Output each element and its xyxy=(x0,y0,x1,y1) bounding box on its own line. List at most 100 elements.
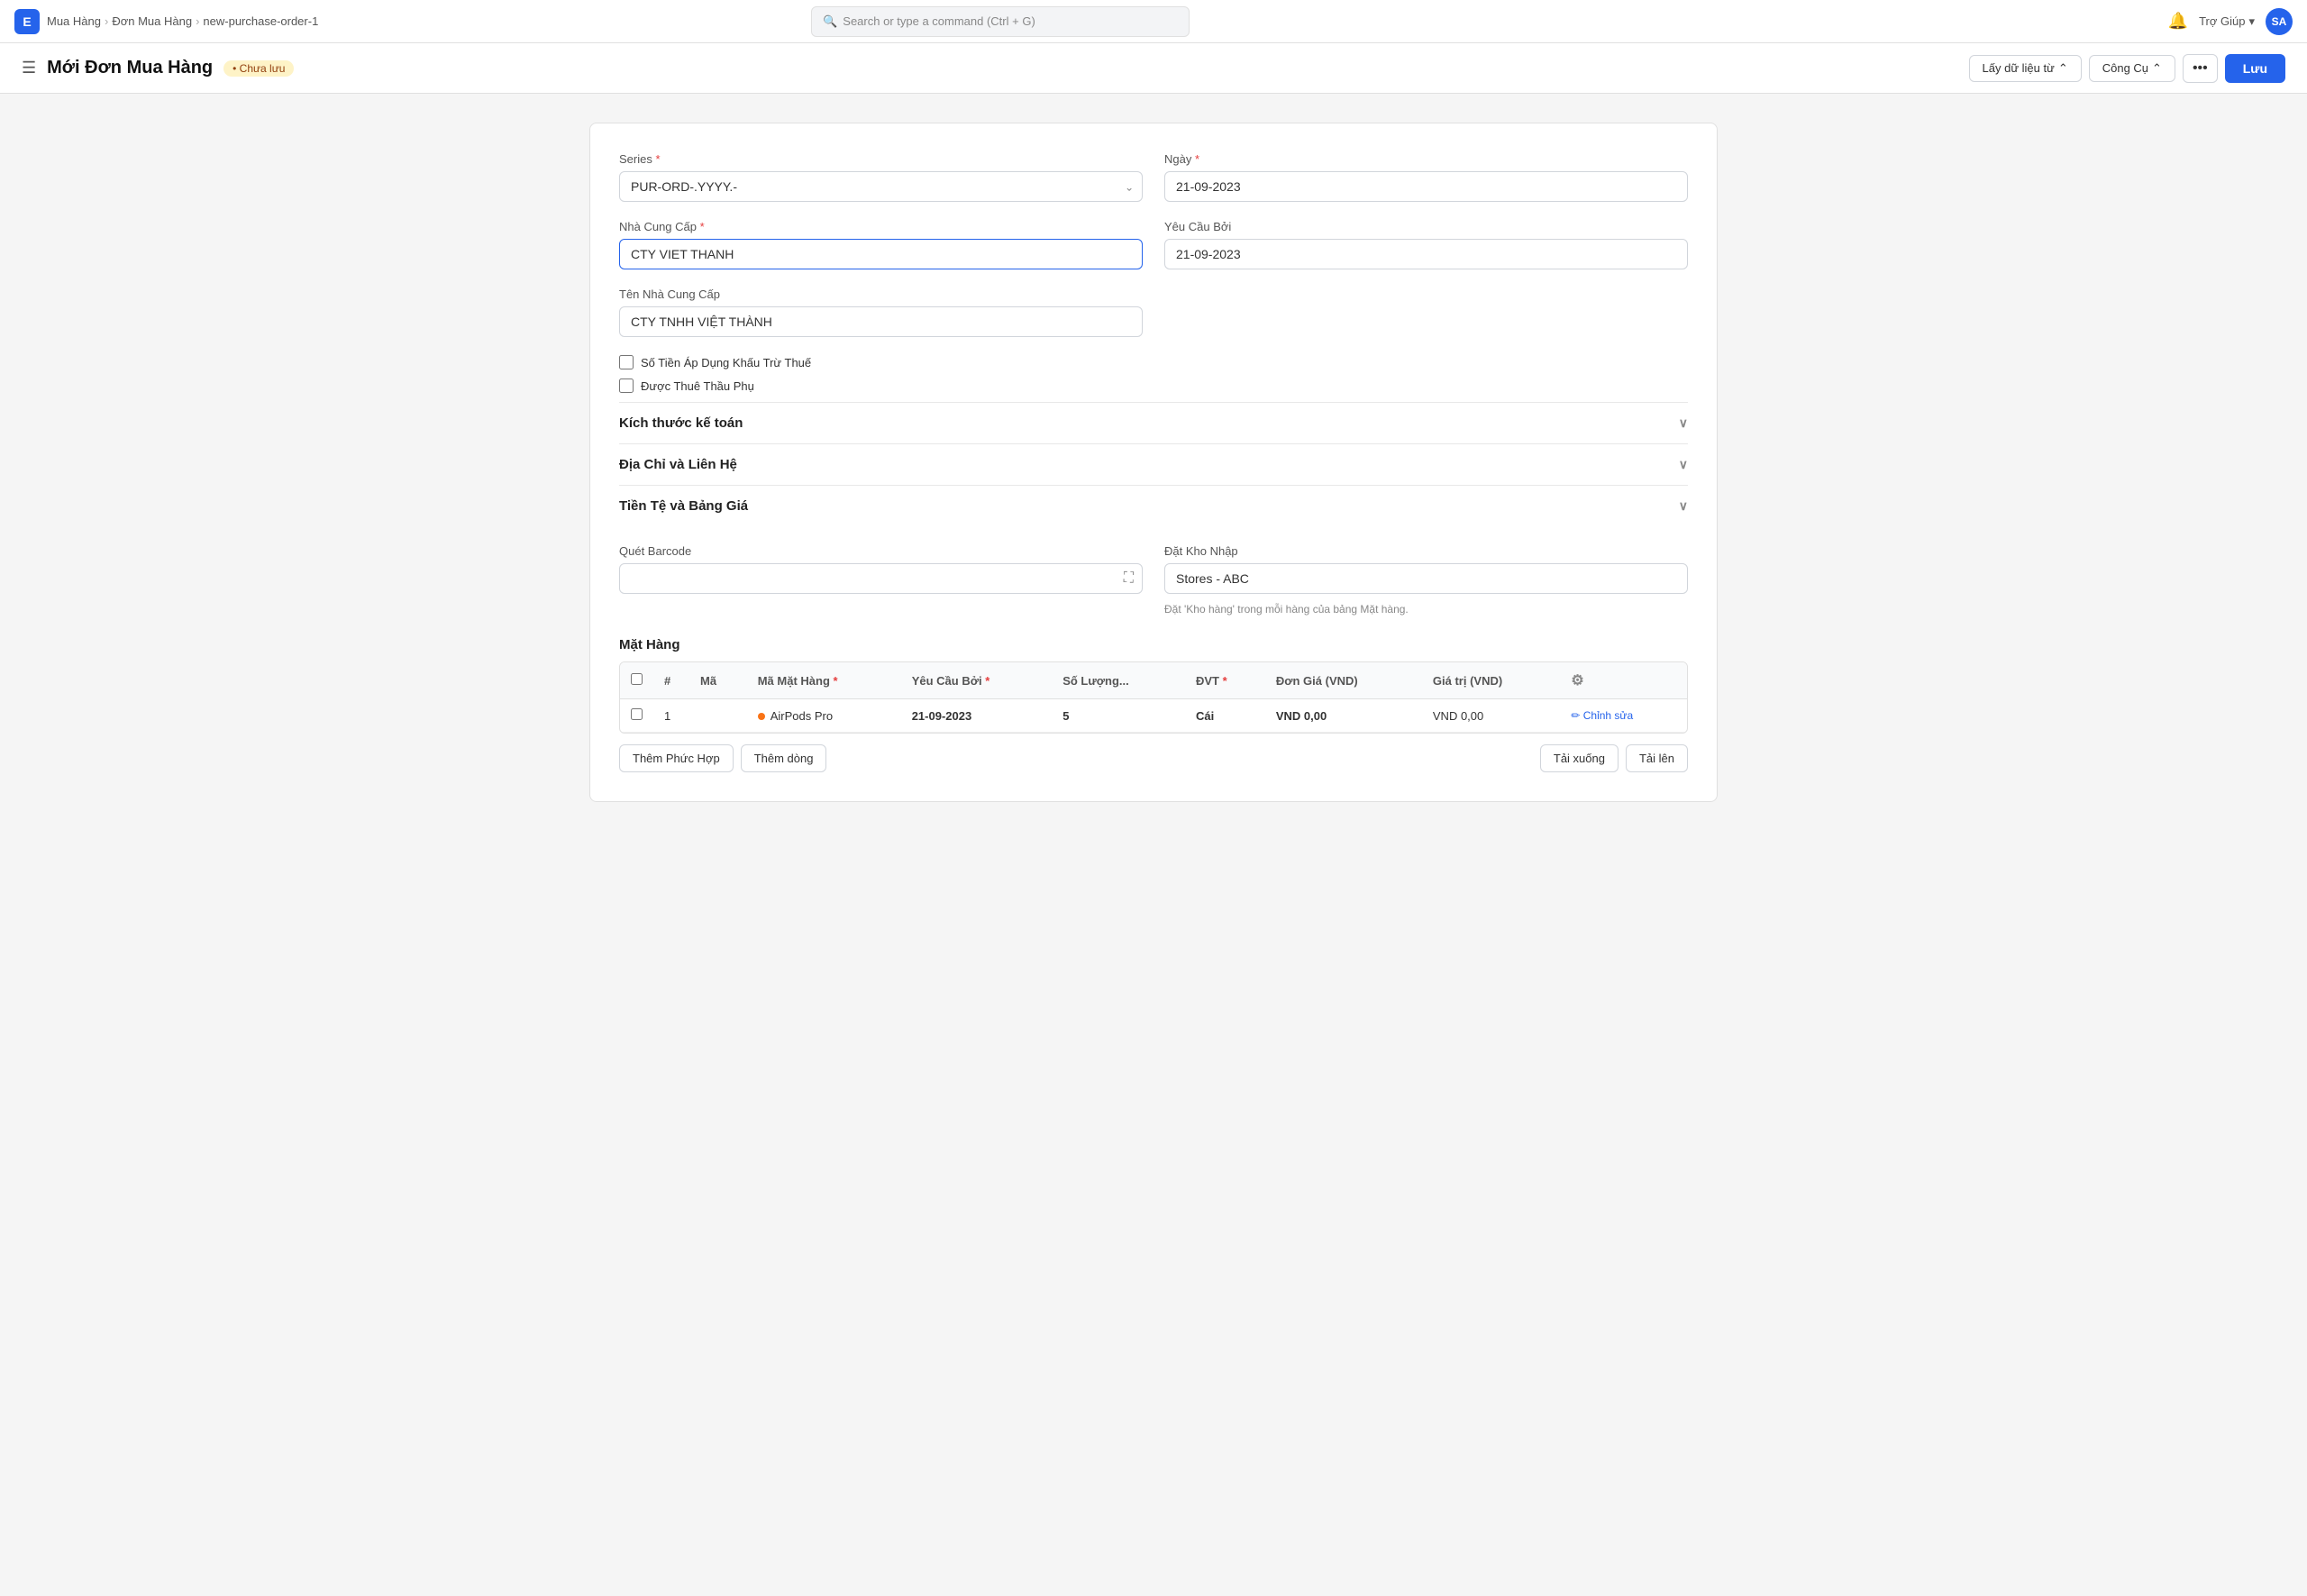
notification-bell[interactable]: 🔔 xyxy=(2168,12,2188,31)
download-button[interactable]: Tải xuống xyxy=(1540,744,1619,772)
gear-icon[interactable]: ⚙ xyxy=(1571,673,1583,689)
add-complex-button[interactable]: Thêm Phức Hợp xyxy=(619,744,734,772)
ngay-label: Ngày * xyxy=(1164,152,1688,166)
breadcrumb: Mua Hàng › Đơn Mua Hàng › new-purchase-o… xyxy=(47,14,318,28)
breadcrumb-current: new-purchase-order-1 xyxy=(203,14,318,28)
nha-cung-cap-input[interactable] xyxy=(619,239,1143,269)
kho-nhap-group: Đặt Kho Nhập Đặt 'Kho hàng' trong mỗi hà… xyxy=(1164,544,1688,616)
barcode-group: Quét Barcode ⛶ xyxy=(619,544,1143,616)
section-tien-te-label: Tiền Tệ và Bảng Giá xyxy=(619,498,748,514)
row-checkbox[interactable] xyxy=(631,708,643,720)
help-label: Trợ Giúp xyxy=(2199,14,2245,28)
save-button[interactable]: Lưu xyxy=(2225,54,2285,83)
unsaved-badge: • Chưa lưu xyxy=(223,60,294,77)
section-dia-chi[interactable]: Địa Chỉ và Liên Hệ ∨ xyxy=(619,443,1688,485)
table-footer-right: Tải xuống Tải lên xyxy=(1540,744,1688,772)
col-num: # xyxy=(653,662,689,699)
top-nav: E Mua Hàng › Đơn Mua Hàng › new-purchase… xyxy=(0,0,2307,43)
kho-hint: Đặt 'Kho hàng' trong mỗi hàng của bảng M… xyxy=(1164,603,1688,616)
series-ngay-row: Series * PUR-ORD-.YYYY.- Ngày * xyxy=(619,152,1688,202)
series-select-wrapper[interactable]: PUR-ORD-.YYYY.- xyxy=(619,171,1143,202)
more-options-button[interactable]: ••• xyxy=(2183,54,2218,83)
ncc-group: Nhà Cung Cấp * xyxy=(619,220,1143,269)
page-title: Mới Đơn Mua Hàng xyxy=(47,58,213,78)
barcode-input[interactable] xyxy=(619,563,1143,594)
section-kich-thuoc[interactable]: Kích thước kế toán ∨ xyxy=(619,402,1688,443)
chevron-down-icon: ∨ xyxy=(1679,457,1688,472)
row-don-gia: VND 0,00 xyxy=(1265,699,1422,733)
select-all-checkbox[interactable] xyxy=(631,673,643,685)
col-so-luong: Số Lượng... xyxy=(1052,662,1185,699)
tools-button[interactable]: Công Cụ ⌃ xyxy=(2089,55,2175,82)
barcode-scan-icon: ⛶ xyxy=(1124,570,1134,587)
thau-phu-label[interactable]: Được Thuê Thầu Phụ xyxy=(641,379,754,393)
col-don-gia: Đơn Giá (VND) xyxy=(1265,662,1422,699)
product-name: AirPods Pro xyxy=(771,709,833,723)
unsaved-label: • Chưa lưu xyxy=(233,62,285,75)
ncc-label: Nhà Cung Cấp * xyxy=(619,220,1143,233)
row-so-luong: 5 xyxy=(1052,699,1185,733)
mat-hang-table: # Mã Mã Mặt Hàng * Yêu Cầu Bởi * Số Lượn… xyxy=(620,662,1687,733)
app-logo[interactable]: E xyxy=(14,9,40,34)
barcode-input-wrap: ⛶ xyxy=(619,563,1143,594)
chevron-down-icon: ⌃ xyxy=(2058,61,2068,76)
thau-phu-checkbox[interactable] xyxy=(619,378,634,393)
barcode-kho-row: Quét Barcode ⛶ Đặt Kho Nhập Đặt 'Kho hàn… xyxy=(619,544,1688,616)
row-check[interactable] xyxy=(620,699,653,733)
row-gia-tri: VND 0,00 xyxy=(1422,699,1560,733)
get-data-button[interactable]: Lấy dữ liệu từ ⌃ xyxy=(1969,55,2082,82)
section-kich-thuoc-label: Kích thước kế toán xyxy=(619,415,743,431)
main-content: Series * PUR-ORD-.YYYY.- Ngày * Nhà Cun xyxy=(568,94,1739,831)
add-row-button[interactable]: Thêm dòng xyxy=(741,744,827,772)
status-dot xyxy=(758,713,765,720)
ycb-label: Yêu Cầu Bởi xyxy=(1164,220,1688,233)
help-button[interactable]: Trợ Giúp ▾ xyxy=(2199,14,2255,29)
menu-icon[interactable]: ☰ xyxy=(22,59,36,78)
search-placeholder: Search or type a command (Ctrl + G) xyxy=(843,14,1035,28)
col-dvt: ĐVT * xyxy=(1185,662,1265,699)
avatar[interactable]: SA xyxy=(2266,8,2293,35)
col-check xyxy=(620,662,653,699)
breadcrumb-mua-hang[interactable]: Mua Hàng xyxy=(47,14,101,28)
col-ma-mat-hang: Mã Mặt Hàng * xyxy=(747,662,901,699)
ten-ncc-group: Tên Nhà Cung Cấp xyxy=(619,287,1143,337)
mat-hang-table-wrapper: # Mã Mã Mặt Hàng * Yêu Cầu Bởi * Số Lượn… xyxy=(619,661,1688,734)
form-card: Series * PUR-ORD-.YYYY.- Ngày * Nhà Cun xyxy=(589,123,1718,802)
sep1: › xyxy=(105,14,108,28)
chevron-down-icon: ∨ xyxy=(1679,415,1688,431)
row-ma xyxy=(689,699,747,733)
sep2: › xyxy=(196,14,199,28)
kho-nhap-label: Đặt Kho Nhập xyxy=(1164,544,1688,558)
nav-right: 🔔 Trợ Giúp ▾ SA xyxy=(2168,8,2293,35)
section-dia-chi-label: Địa Chỉ và Liên Hệ xyxy=(619,457,737,472)
col-ma: Mã xyxy=(689,662,747,699)
ten-ncc-input[interactable] xyxy=(619,306,1143,337)
ngay-group: Ngày * xyxy=(1164,152,1688,202)
chevron-down-icon: ∨ xyxy=(1679,498,1688,514)
search-bar[interactable]: 🔍 Search or type a command (Ctrl + G) xyxy=(811,6,1190,37)
breadcrumb-don-mua-hang[interactable]: Đơn Mua Hàng xyxy=(112,14,192,28)
kho-nhap-input[interactable] xyxy=(1164,563,1688,594)
page-header: ☰ Mới Đơn Mua Hàng • Chưa lưu Lấy dữ liệ… xyxy=(0,43,2307,94)
ycb-group: Yêu Cầu Bởi xyxy=(1164,220,1688,269)
ngay-input[interactable] xyxy=(1164,171,1688,202)
checkbox1-group: Số Tiền Áp Dụng Khấu Trừ Thuế xyxy=(619,355,1688,369)
section-tien-te[interactable]: Tiền Tệ và Bảng Giá ∨ xyxy=(619,485,1688,526)
header-actions: Lấy dữ liệu từ ⌃ Công Cụ ⌃ ••• Lưu xyxy=(1969,54,2285,83)
khau-tru-thue-checkbox[interactable] xyxy=(619,355,634,369)
upload-button[interactable]: Tải lên xyxy=(1626,744,1688,772)
row-dvt: Cái xyxy=(1185,699,1265,733)
series-group: Series * PUR-ORD-.YYYY.- xyxy=(619,152,1143,202)
series-select[interactable]: PUR-ORD-.YYYY.- xyxy=(619,171,1143,202)
col-gia-tri: Giá trị (VND) xyxy=(1422,662,1560,699)
get-data-label: Lấy dữ liệu từ xyxy=(1983,61,2055,75)
search-icon: 🔍 xyxy=(823,14,837,29)
row-action: ✏ Chỉnh sửa xyxy=(1560,699,1687,733)
tools-label: Công Cụ xyxy=(2102,61,2148,75)
khau-tru-thue-label[interactable]: Số Tiền Áp Dụng Khấu Trừ Thuế xyxy=(641,356,811,369)
col-actions-header[interactable]: ⚙ xyxy=(1560,662,1687,699)
table-body: 1 AirPods Pro 21-09-2023 5 Cái VND 0,00 … xyxy=(620,699,1687,733)
edit-row-button[interactable]: ✏ Chỉnh sửa xyxy=(1571,709,1633,722)
yeu-cau-boi-input[interactable] xyxy=(1164,239,1688,269)
table-row: 1 AirPods Pro 21-09-2023 5 Cái VND 0,00 … xyxy=(620,699,1687,733)
